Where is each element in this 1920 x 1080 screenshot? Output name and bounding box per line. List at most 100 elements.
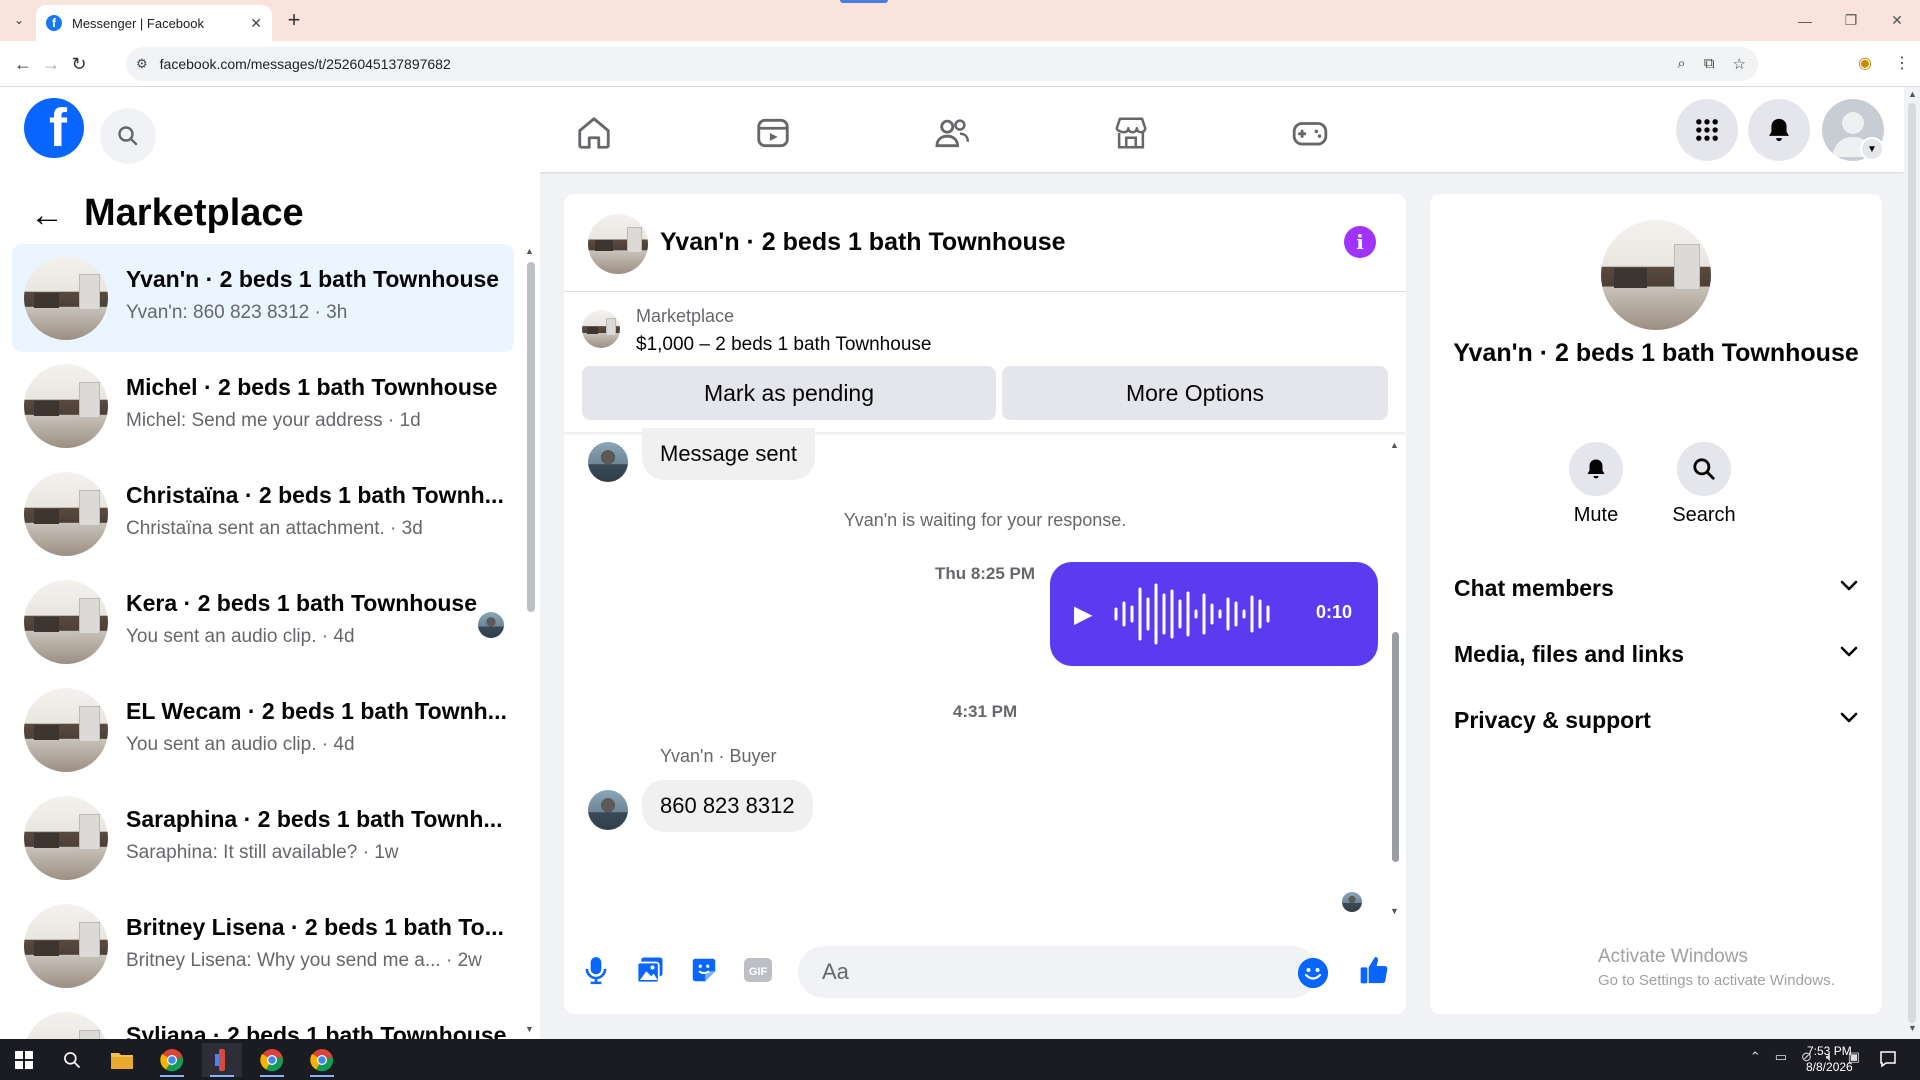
message-bubble[interactable]: 860 823 8312 bbox=[642, 780, 813, 832]
mute-button[interactable]: Mute bbox=[1556, 442, 1636, 527]
message-input[interactable] bbox=[798, 946, 1318, 998]
conversation-details-panel: Yvan'n · 2 beds 1 bath Townhouse Mute Se… bbox=[1430, 194, 1882, 1014]
more-options-button[interactable]: More Options bbox=[1002, 366, 1388, 420]
conversation-item[interactable]: Kera · 2 beds 1 bath Townhouse You sent … bbox=[12, 568, 514, 676]
chrome-icon[interactable] bbox=[152, 1043, 192, 1077]
windows-taskbar: ⌃ ▭ ⊘ 🔈︎ ▣ 7:53 PM 8/8/2026 bbox=[0, 1039, 1920, 1080]
media-files-links-section[interactable]: Media, files and links bbox=[1454, 634, 1858, 674]
page-scroll-down-icon[interactable]: ▼ bbox=[1908, 1023, 1917, 1033]
facebook-logo-icon[interactable]: f bbox=[24, 98, 84, 158]
reload-icon[interactable]: ↻ bbox=[66, 51, 92, 77]
privacy-support-section[interactable]: Privacy & support bbox=[1454, 700, 1858, 740]
chrome-icon[interactable] bbox=[252, 1043, 292, 1077]
tab-search-dropdown-icon[interactable]: ⌄ bbox=[8, 9, 30, 31]
zoom-icon[interactable]: ⌕ bbox=[1677, 55, 1685, 73]
video-icon[interactable] bbox=[745, 105, 801, 161]
chat-title[interactable]: Yvan'n · 2 beds 1 bath Townhouse bbox=[660, 228, 1066, 257]
chat-members-section[interactable]: Chat members bbox=[1454, 568, 1858, 608]
listing-thumbnail[interactable] bbox=[582, 310, 620, 348]
emoji-icon[interactable] bbox=[1298, 958, 1328, 988]
url-text[interactable]: facebook.com/messages/t/2526045137897682 bbox=[160, 56, 1678, 72]
page-scrollbar[interactable]: ▲ ▼ bbox=[1904, 87, 1920, 1039]
windows-start-icon[interactable] bbox=[4, 1043, 44, 1077]
play-icon[interactable]: ▶ bbox=[1074, 600, 1092, 629]
message-composer: GIF bbox=[564, 934, 1406, 1014]
conversation-preview: Britney Lisena: Why you send me a... · 2… bbox=[126, 950, 482, 971]
notification-center-icon[interactable] bbox=[1876, 1047, 1900, 1071]
close-window-icon[interactable]: ✕ bbox=[1874, 0, 1920, 41]
new-tab-icon[interactable]: + bbox=[282, 7, 306, 32]
conversation-avatar[interactable] bbox=[1601, 220, 1711, 330]
conversation-name: Syliana · 2 beds 1 bath Townhouse bbox=[126, 1022, 507, 1039]
chat-panel: Yvan'n · 2 beds 1 bath Townhouse i Marke… bbox=[564, 194, 1406, 1014]
sticker-icon[interactable] bbox=[684, 950, 724, 990]
chat-avatar[interactable] bbox=[588, 214, 648, 274]
clock-date: 8/8/2026 bbox=[1806, 1060, 1853, 1074]
install-app-icon[interactable]: ⧉ bbox=[1704, 55, 1715, 73]
info-icon[interactable]: i bbox=[1344, 226, 1376, 258]
app-icon[interactable] bbox=[202, 1043, 242, 1077]
conversation-item[interactable]: Syliana · 2 beds 1 bath Townhouse bbox=[12, 1000, 514, 1039]
conversation-title: Yvan'n · 2 beds 1 bath Townhouse bbox=[1453, 339, 1859, 367]
conversation-item[interactable]: EL Wecam · 2 beds 1 bath Townh... You se… bbox=[12, 676, 514, 784]
forward-icon[interactable]: → bbox=[38, 51, 64, 77]
browser-toolbar: ← → ↻ ⚙ facebook.com/messages/t/25260451… bbox=[0, 41, 1920, 87]
panel-title: Marketplace bbox=[84, 192, 304, 234]
audio-waveform bbox=[1114, 583, 1270, 645]
chat-header: Yvan'n · 2 beds 1 bath Townhouse i bbox=[564, 194, 1406, 292]
page-scroll-up-icon[interactable]: ▲ bbox=[1908, 89, 1917, 99]
conversation-preview: Christaïna sent an attachment. · 3d bbox=[126, 518, 423, 539]
bookmark-star-icon[interactable]: ☆ bbox=[1733, 55, 1746, 73]
conversation-item[interactable]: Britney Lisena · 2 beds 1 bath To... Bri… bbox=[12, 892, 514, 1000]
conversation-list-scrollbar[interactable] bbox=[527, 262, 535, 612]
chrome-icon[interactable] bbox=[302, 1043, 342, 1077]
listing-price-title[interactable]: $1,000 – 2 beds 1 bath Townhouse bbox=[636, 334, 931, 356]
chat-scrollbar[interactable] bbox=[1392, 632, 1399, 862]
conversation-item[interactable]: Yvan'n · 2 beds 1 bath Townhouse Yvan'n:… bbox=[12, 244, 514, 352]
restore-icon[interactable]: ❐ bbox=[1828, 0, 1874, 41]
address-bar[interactable]: ⚙ facebook.com/messages/t/25260451378976… bbox=[126, 47, 1758, 81]
chat-scroll-down-icon[interactable]: ▼ bbox=[1390, 906, 1399, 916]
back-arrow-icon[interactable]: ← bbox=[30, 196, 64, 235]
facebook-header: f ▼ bbox=[0, 87, 1904, 172]
marketplace-icon[interactable] bbox=[1103, 105, 1159, 161]
listing-banner: Marketplace $1,000 – 2 beds 1 bath Townh… bbox=[564, 292, 1406, 432]
taskbar-search-icon[interactable] bbox=[52, 1043, 92, 1077]
system-clock[interactable]: 7:53 PM 8/8/2026 bbox=[1806, 1043, 1853, 1075]
gif-icon[interactable]: GIF bbox=[738, 950, 778, 990]
search-icon[interactable] bbox=[100, 108, 156, 164]
voice-message[interactable]: ▶ 0:10 bbox=[1050, 562, 1378, 666]
conversation-name: Britney Lisena · 2 beds 1 bath To... bbox=[126, 914, 504, 940]
site-info-icon[interactable]: ⚙ bbox=[136, 56, 148, 72]
message-thread: Message sent Yvan'n is waiting for your … bbox=[564, 428, 1406, 924]
list-scroll-down-icon[interactable]: ▼ bbox=[525, 1024, 534, 1034]
profile-icon[interactable]: ◉ bbox=[1858, 53, 1872, 73]
file-explorer-icon[interactable] bbox=[102, 1043, 142, 1077]
notifications-bell-icon[interactable] bbox=[1748, 99, 1810, 161]
device-icon[interactable]: ▭ bbox=[1775, 1049, 1787, 1065]
account-caret-icon[interactable]: ▼ bbox=[1860, 137, 1884, 161]
conversation-item[interactable]: Saraphina · 2 beds 1 bath Townh... Sarap… bbox=[12, 784, 514, 892]
show-hidden-icons-icon[interactable]: ⌃ bbox=[1750, 1049, 1761, 1065]
back-icon[interactable]: ← bbox=[10, 51, 36, 77]
thumbs-up-icon[interactable] bbox=[1354, 950, 1394, 990]
home-icon[interactable] bbox=[566, 105, 622, 161]
search-in-conversation-button[interactable]: Search bbox=[1664, 442, 1744, 527]
browser-menu-icon[interactable]: ⋮ bbox=[1894, 53, 1910, 73]
conversation-item[interactable]: Michel · 2 beds 1 bath Townhouse Michel:… bbox=[12, 352, 514, 460]
chevron-down-icon bbox=[1840, 579, 1858, 597]
friends-icon[interactable] bbox=[924, 105, 980, 161]
voice-duration: 0:10 bbox=[1315, 602, 1352, 622]
minimize-icon[interactable]: — bbox=[1782, 0, 1828, 41]
gaming-icon[interactable] bbox=[1282, 105, 1338, 161]
menu-grid-icon[interactable] bbox=[1676, 99, 1738, 161]
mark-as-pending-button[interactable]: Mark as pending bbox=[582, 366, 996, 420]
list-scroll-up-icon[interactable]: ▲ bbox=[525, 246, 534, 256]
chat-scroll-up-icon[interactable]: ▲ bbox=[1390, 440, 1399, 450]
page-scroll-thumb[interactable] bbox=[1908, 103, 1916, 1023]
photo-icon[interactable] bbox=[630, 950, 670, 990]
microphone-icon[interactable] bbox=[576, 950, 616, 990]
tab-close-icon[interactable]: ✕ bbox=[250, 15, 262, 32]
conversation-item[interactable]: Christaïna · 2 beds 1 bath Townh... Chri… bbox=[12, 460, 514, 568]
browser-tab[interactable]: f Messenger | Facebook ✕ bbox=[36, 5, 272, 41]
